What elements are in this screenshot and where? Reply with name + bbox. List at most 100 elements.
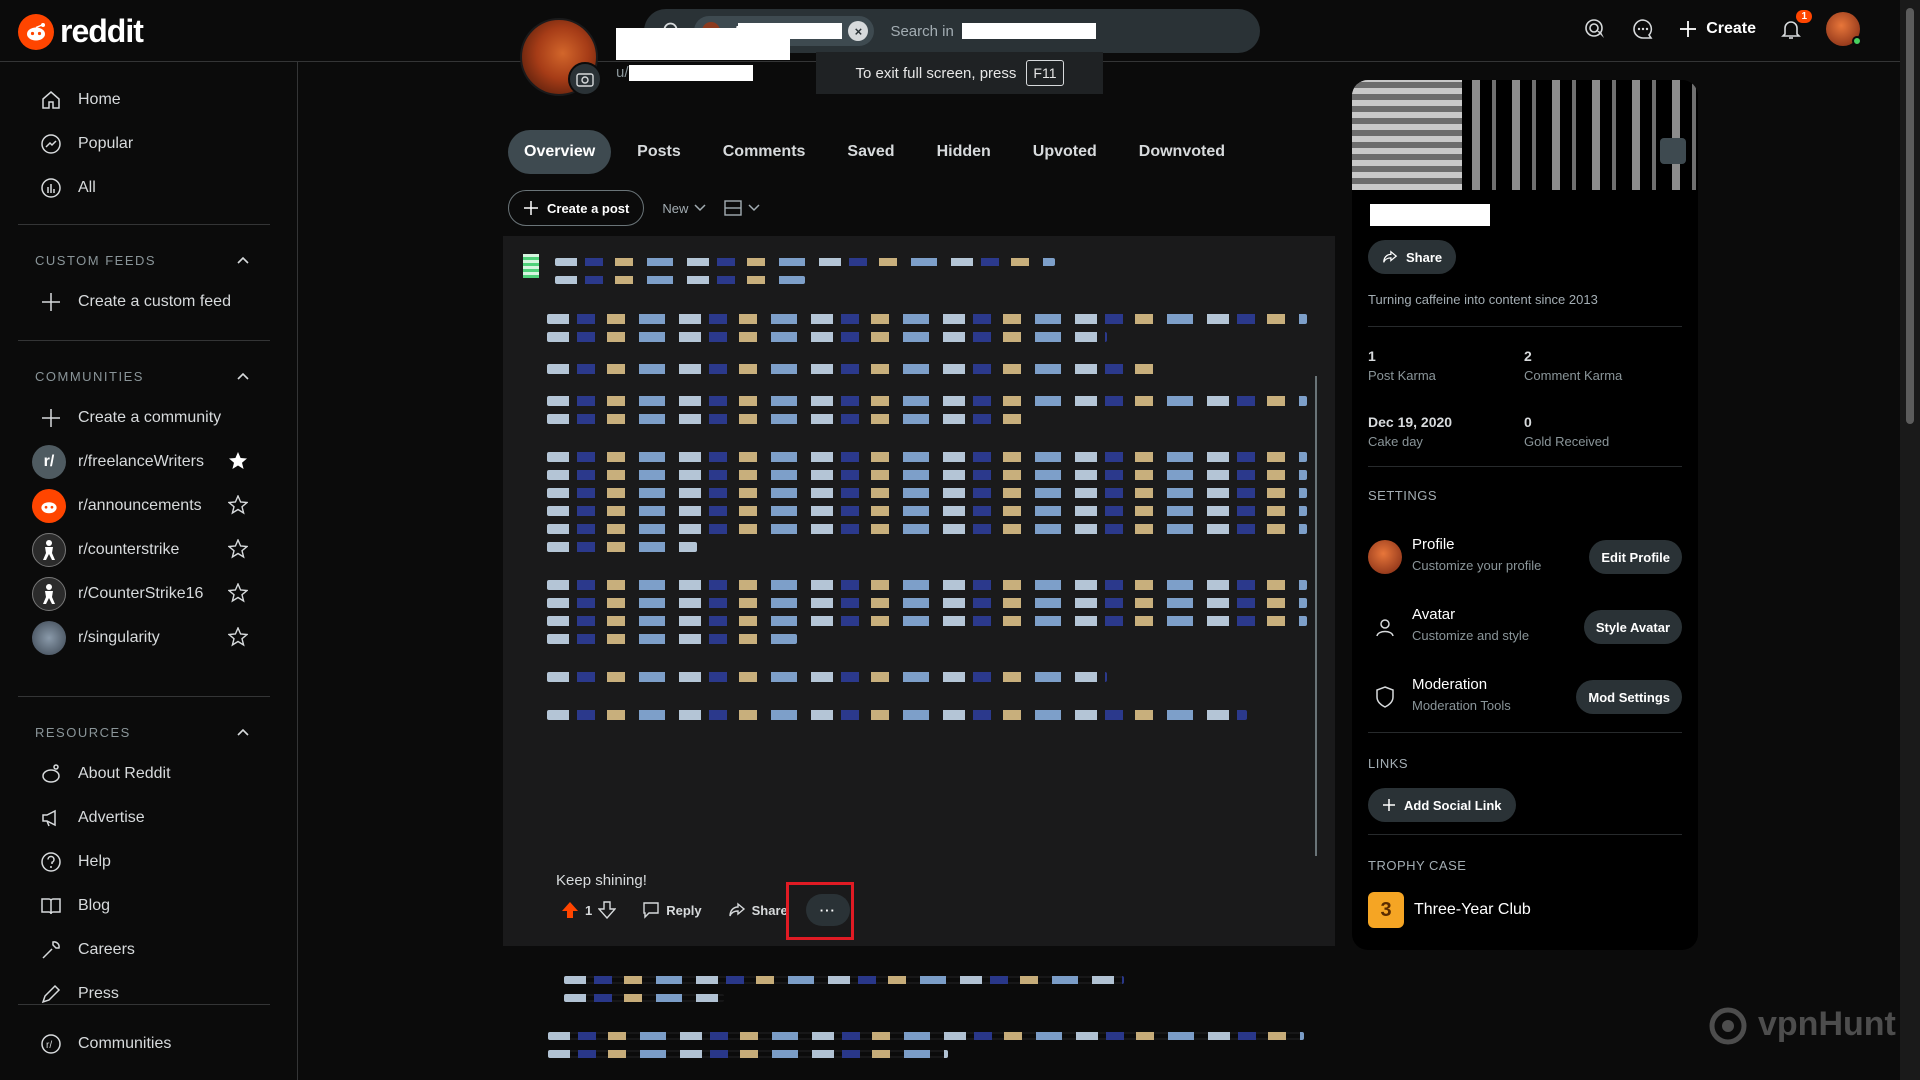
tab-overview[interactable]: Overview — [508, 130, 612, 174]
corrupted-text — [547, 542, 697, 552]
community-name: r/counterstrike — [78, 541, 180, 558]
toast-text: To exit full screen, press — [855, 64, 1017, 82]
resource-help[interactable]: Help — [18, 840, 270, 884]
resource-blog[interactable]: Blog — [18, 884, 270, 928]
plus-icon — [42, 409, 60, 427]
community-item[interactable]: r/CounterStrike16 — [18, 572, 270, 616]
reply-label: Reply — [666, 902, 702, 918]
community-name: r/CounterStrike16 — [78, 585, 204, 602]
resource-careers[interactable]: Careers — [18, 928, 270, 972]
share-label: Share — [1406, 249, 1443, 265]
resource-about[interactable]: About Reddit — [18, 752, 270, 796]
communities-header[interactable]: COMMUNITIES — [18, 356, 270, 396]
plus-icon — [1383, 799, 1395, 811]
corrupted-text — [547, 488, 1307, 498]
profile-share-button[interactable]: Share — [1368, 240, 1457, 274]
communities-link-section: r/ Communities — [18, 1022, 270, 1066]
tab-downvoted[interactable]: Downvoted — [1123, 130, 1241, 174]
nav-all[interactable]: All — [18, 166, 270, 210]
nav-popular[interactable]: Popular — [18, 122, 270, 166]
community-avatar — [32, 533, 66, 567]
star-outline-icon[interactable] — [228, 627, 248, 647]
trophy-item[interactable]: 3 Three-Year Club — [1368, 892, 1531, 928]
create-post-button[interactable]: Create a post — [508, 190, 645, 226]
community-item[interactable]: r/singularity — [18, 616, 270, 660]
chat-icon[interactable] — [1630, 16, 1656, 42]
community-item[interactable]: r/announcements — [18, 484, 270, 528]
share-button[interactable]: Share — [720, 895, 796, 925]
communities-icon: r/ — [41, 1034, 61, 1054]
community-item[interactable]: r/counterstrike — [18, 528, 270, 572]
star-outline-icon[interactable] — [228, 583, 248, 603]
resource-advertise[interactable]: Advertise — [18, 796, 270, 840]
star-filled-icon[interactable] — [228, 451, 248, 471]
comment-icon — [643, 902, 659, 919]
view-toggle[interactable] — [724, 200, 760, 216]
clear-scope-icon[interactable]: × — [848, 21, 869, 41]
watermark: vpnHunt — [1704, 1000, 1896, 1048]
scrollbar-thumb[interactable] — [1906, 8, 1914, 424]
settings-title: SETTINGS — [1368, 488, 1438, 503]
star-outline-icon[interactable] — [228, 495, 248, 515]
corrupted-text — [547, 364, 1167, 374]
tab-hidden[interactable]: Hidden — [921, 130, 1007, 174]
downvote-icon[interactable] — [598, 901, 617, 919]
panel-divider — [1368, 834, 1682, 835]
resources-section: RESOURCES About Reddit Advertise Help Bl… — [18, 712, 270, 1016]
community-name: r/freelanceWriters — [78, 453, 204, 470]
upvote-icon[interactable] — [561, 901, 579, 919]
corrupted-text — [547, 396, 1307, 406]
sidebar-divider — [18, 696, 270, 697]
corrupted-text — [547, 452, 1307, 462]
resources-header[interactable]: RESOURCES — [18, 712, 270, 752]
redacted-display-name — [616, 28, 790, 60]
custom-feeds-header[interactable]: CUSTOM FEEDS — [18, 240, 270, 280]
advertise-icon[interactable] — [1582, 16, 1608, 42]
tab-saved[interactable]: Saved — [831, 130, 910, 174]
corrupted-text — [564, 994, 724, 1002]
redacted-search-scope — [961, 23, 1096, 39]
notifications-icon[interactable]: 1 — [1778, 10, 1812, 42]
redacted-display-name — [1370, 204, 1490, 226]
sort-dropdown[interactable]: New — [662, 201, 706, 216]
create-custom-feed[interactable]: Create a custom feed — [18, 280, 270, 324]
star-outline-icon[interactable] — [228, 539, 248, 559]
community-item[interactable]: r/ r/freelanceWriters — [18, 440, 270, 484]
community-name: r/singularity — [78, 629, 160, 646]
add-social-link-button[interactable]: Add Social Link — [1368, 788, 1516, 822]
nav-all-label: All — [78, 179, 96, 196]
camera-icon[interactable] — [568, 62, 602, 96]
corrupted-text — [547, 314, 1307, 324]
create-button[interactable]: Create — [1678, 19, 1756, 39]
trophy-name: Three-Year Club — [1414, 901, 1531, 918]
nav-home[interactable]: Home — [18, 78, 270, 122]
comment-card[interactable]: Keep shining! 1 Reply Share ··· — [503, 236, 1335, 946]
create-community[interactable]: Create a community — [18, 396, 270, 440]
svg-text:r/: r/ — [46, 1040, 52, 1051]
corrupted-text — [547, 470, 1307, 480]
communities-link[interactable]: r/ Communities — [18, 1022, 270, 1066]
page-scrollbar[interactable] — [1900, 0, 1920, 1080]
help-icon — [41, 852, 61, 872]
reddit-logo[interactable]: reddit — [18, 13, 144, 50]
megaphone-icon — [42, 809, 56, 827]
mod-settings-button[interactable]: Mod Settings — [1576, 680, 1682, 714]
create-community-label: Create a community — [78, 409, 222, 426]
banner-menu-icon[interactable] — [1660, 138, 1686, 164]
next-comment-card[interactable] — [548, 970, 1308, 1070]
tab-posts[interactable]: Posts — [621, 130, 697, 174]
corrupted-text — [547, 598, 1307, 608]
edit-profile-button[interactable]: Edit Profile — [1589, 540, 1682, 574]
sort-label: New — [662, 200, 689, 216]
tab-upvoted[interactable]: Upvoted — [1017, 130, 1113, 174]
plus-icon — [1680, 21, 1697, 37]
reply-button[interactable]: Reply — [634, 895, 709, 925]
tab-comments[interactable]: Comments — [707, 130, 822, 174]
corrupted-text — [564, 976, 1124, 984]
user-avatar[interactable] — [1826, 12, 1862, 46]
trophy-icon: 3 — [1368, 892, 1404, 928]
style-avatar-button[interactable]: Style Avatar — [1583, 610, 1682, 644]
profile-handle: u/ — [616, 64, 753, 81]
community-avatar — [32, 577, 66, 611]
resource-press[interactable]: Press — [18, 972, 270, 1016]
